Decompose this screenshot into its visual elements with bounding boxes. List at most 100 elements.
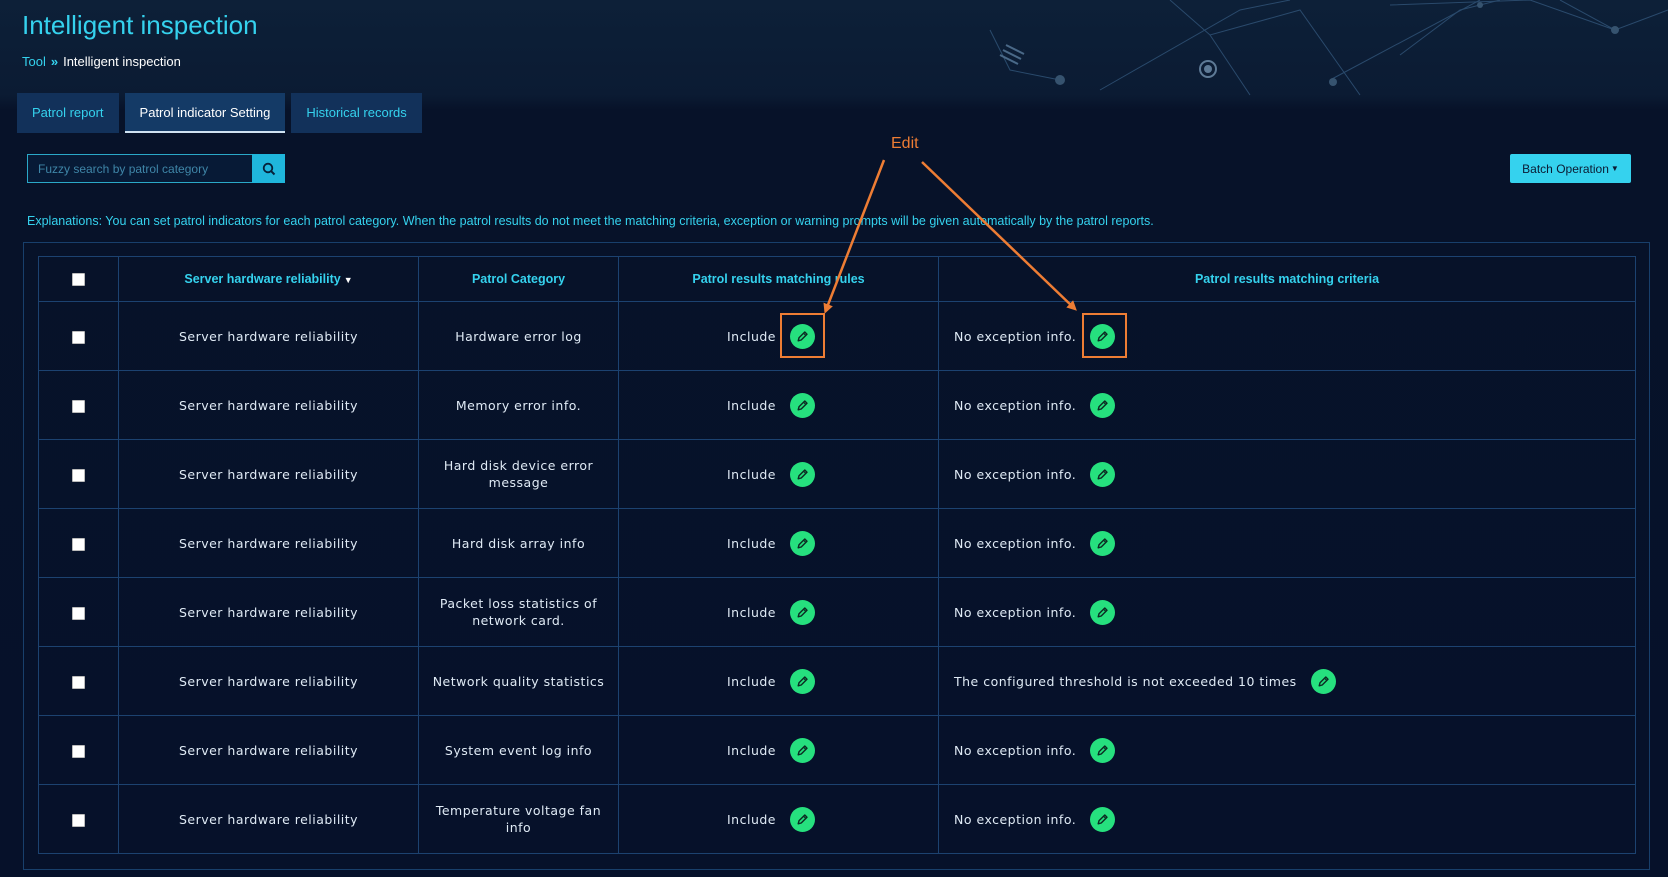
edit-criteria-button[interactable] bbox=[1310, 668, 1336, 694]
group-cell: Server hardware reliability bbox=[118, 715, 419, 785]
table-row: Server hardware reliability System event … bbox=[38, 715, 1636, 785]
criteria-text: No exception info. bbox=[954, 535, 1077, 551]
rules-header: Patrol results matching rules bbox=[618, 256, 939, 302]
table-row: Server hardware reliability Network quali… bbox=[38, 646, 1636, 716]
row-checkbox[interactable] bbox=[72, 537, 85, 551]
row-checkbox[interactable] bbox=[72, 399, 85, 413]
edit-criteria-button[interactable] bbox=[1090, 806, 1116, 832]
breadcrumb-separator-icon: » bbox=[50, 54, 59, 69]
row-select-cell bbox=[38, 508, 119, 578]
row-checkbox[interactable] bbox=[72, 675, 85, 689]
filter-header-label: Server hardware reliability bbox=[184, 272, 341, 286]
breadcrumb-tool-link[interactable]: Tool bbox=[22, 54, 46, 69]
group-cell: Server hardware reliability bbox=[118, 577, 419, 647]
criteria-cell: No exception info. bbox=[938, 508, 1636, 578]
criteria-cell: No exception info. bbox=[938, 715, 1636, 785]
pencil-icon bbox=[1318, 675, 1329, 686]
group-cell: Server hardware reliability bbox=[118, 646, 419, 716]
edit-rule-button[interactable] bbox=[790, 806, 816, 832]
row-select-cell bbox=[38, 370, 119, 440]
rules-cell: Include bbox=[618, 784, 939, 854]
edit-criteria-button[interactable] bbox=[1090, 530, 1116, 556]
edit-rule-button[interactable] bbox=[790, 668, 816, 694]
criteria-header: Patrol results matching criteria bbox=[938, 256, 1636, 302]
table-row: Server hardware reliability Packet loss s… bbox=[38, 577, 1636, 647]
batch-operation-button[interactable]: Batch Operation ▼ bbox=[1510, 154, 1631, 183]
tab-patrol-indicator-setting[interactable]: Patrol indicator Setting bbox=[124, 93, 286, 133]
rules-cell: Include bbox=[618, 370, 939, 440]
criteria-cell: No exception info. bbox=[938, 784, 1636, 854]
rule-text: Include bbox=[727, 673, 777, 689]
table-row: Server hardware reliability Memory error … bbox=[38, 370, 1636, 440]
tab-bar: Patrol report Patrol indicator Setting H… bbox=[17, 93, 428, 133]
rule-text: Include bbox=[727, 742, 777, 758]
category-cell: Network quality statistics bbox=[418, 646, 619, 716]
criteria-text: No exception info. bbox=[954, 397, 1077, 413]
edit-rule-button[interactable] bbox=[790, 323, 816, 349]
pencil-icon bbox=[797, 606, 808, 617]
criteria-cell: The configured threshold is not exceeded… bbox=[938, 646, 1636, 716]
row-select-cell bbox=[38, 715, 119, 785]
filter-header[interactable]: Server hardware reliability ▼ bbox=[118, 256, 419, 302]
edit-criteria-button[interactable] bbox=[1090, 323, 1116, 349]
tab-patrol-report[interactable]: Patrol report bbox=[17, 93, 119, 133]
table-row: Server hardware reliability Hard disk arr… bbox=[38, 508, 1636, 578]
row-checkbox[interactable] bbox=[72, 813, 85, 827]
criteria-text: The configured threshold is not exceeded… bbox=[954, 673, 1297, 689]
group-cell: Server hardware reliability bbox=[118, 439, 419, 509]
criteria-cell: No exception info. bbox=[938, 301, 1636, 371]
explanation-text: Explanations: You can set patrol indicat… bbox=[27, 214, 1154, 228]
table-row: Server hardware reliability Temperature v… bbox=[38, 784, 1636, 854]
rule-text: Include bbox=[727, 397, 777, 413]
category-cell: Hard disk device error message bbox=[418, 439, 619, 509]
edit-criteria-button[interactable] bbox=[1090, 599, 1116, 625]
row-checkbox[interactable] bbox=[72, 330, 85, 344]
category-cell: Hardware error log bbox=[418, 301, 619, 371]
pencil-icon bbox=[797, 399, 808, 410]
table-header-row: Server hardware reliability ▼ Patrol Cate… bbox=[38, 256, 1636, 302]
criteria-text: No exception info. bbox=[954, 811, 1077, 827]
patrol-indicator-table: Server hardware reliability ▼ Patrol Cate… bbox=[38, 256, 1636, 854]
rule-text: Include bbox=[727, 811, 777, 827]
rules-cell: Include bbox=[618, 508, 939, 578]
edit-criteria-button[interactable] bbox=[1090, 461, 1116, 487]
table-row: Server hardware reliability Hard disk dev… bbox=[38, 439, 1636, 509]
edit-rule-button[interactable] bbox=[790, 599, 816, 625]
select-all-checkbox[interactable] bbox=[72, 273, 85, 287]
edit-criteria-button[interactable] bbox=[1090, 392, 1116, 418]
criteria-text: No exception info. bbox=[954, 742, 1077, 758]
caret-down-icon: ▼ bbox=[1610, 164, 1619, 173]
pencil-icon bbox=[797, 330, 808, 341]
pencil-icon bbox=[1097, 330, 1108, 341]
criteria-text: No exception info. bbox=[954, 466, 1077, 482]
criteria-text: No exception info. bbox=[954, 328, 1077, 344]
tab-historical-records[interactable]: Historical records bbox=[291, 93, 422, 133]
pencil-icon bbox=[797, 744, 808, 755]
edit-criteria-button[interactable] bbox=[1090, 737, 1116, 763]
category-cell: System event log info bbox=[418, 715, 619, 785]
rules-cell: Include bbox=[618, 439, 939, 509]
search-input[interactable] bbox=[27, 154, 253, 183]
edit-rule-button[interactable] bbox=[790, 392, 816, 418]
rule-text: Include bbox=[727, 328, 777, 344]
pencil-icon bbox=[1097, 813, 1108, 824]
search-button[interactable] bbox=[252, 154, 285, 183]
row-select-cell bbox=[38, 301, 119, 371]
row-checkbox[interactable] bbox=[72, 744, 85, 758]
group-cell: Server hardware reliability bbox=[118, 784, 419, 854]
criteria-cell: No exception info. bbox=[938, 370, 1636, 440]
pencil-icon bbox=[1097, 537, 1108, 548]
breadcrumb: Tool » Intelligent inspection bbox=[22, 54, 181, 69]
row-checkbox[interactable] bbox=[72, 606, 85, 620]
edit-rule-button[interactable] bbox=[790, 530, 816, 556]
batch-operation-label: Batch Operation bbox=[1522, 161, 1609, 176]
rules-cell: Include bbox=[618, 715, 939, 785]
row-select-cell bbox=[38, 646, 119, 716]
group-cell: Server hardware reliability bbox=[118, 508, 419, 578]
rule-text: Include bbox=[727, 604, 777, 620]
row-select-cell bbox=[38, 784, 119, 854]
row-checkbox[interactable] bbox=[72, 468, 85, 482]
edit-rule-button[interactable] bbox=[790, 461, 816, 487]
edit-rule-button[interactable] bbox=[790, 737, 816, 763]
pencil-icon bbox=[797, 675, 808, 686]
